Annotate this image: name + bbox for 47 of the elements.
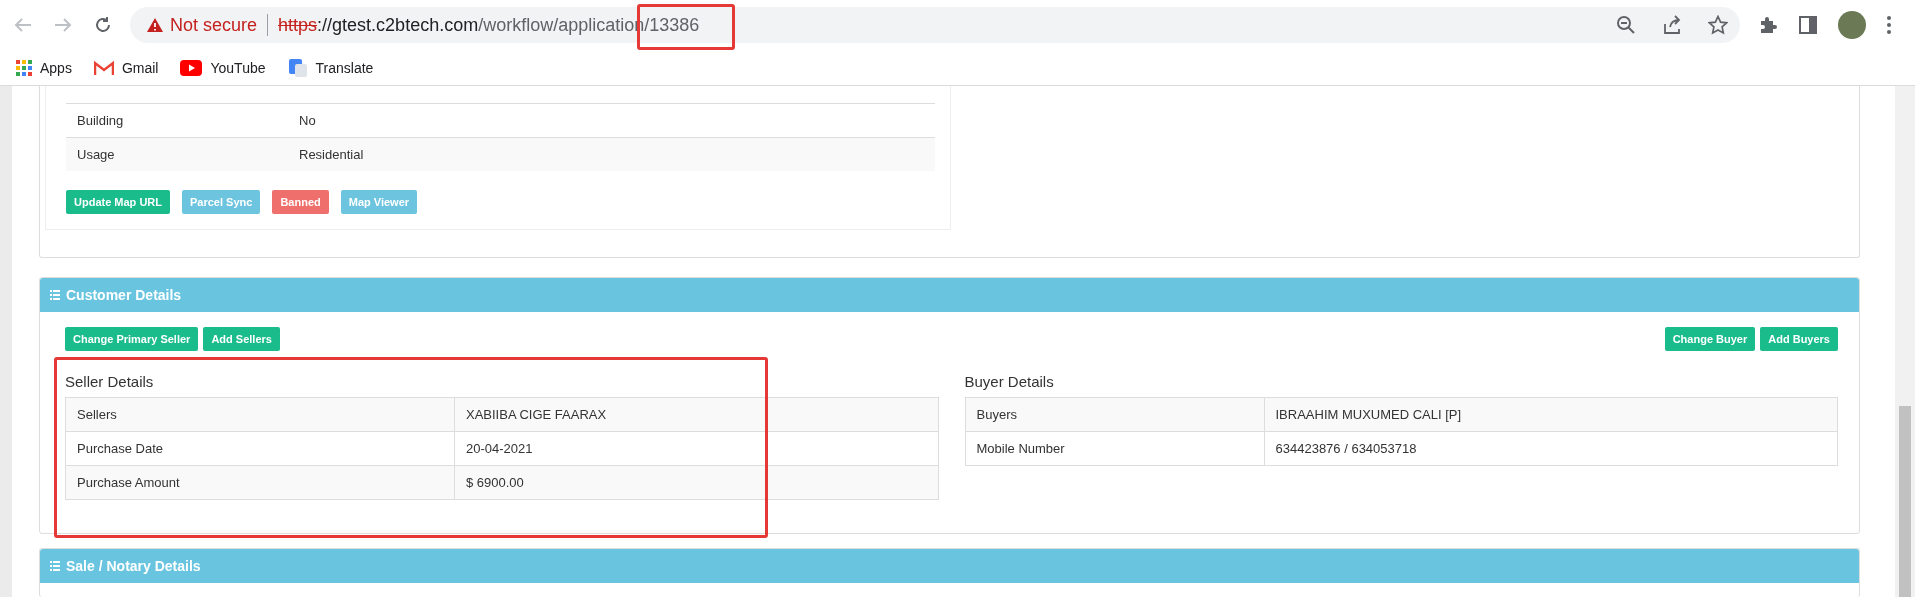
field-label: Building <box>66 103 288 138</box>
star-icon[interactable] <box>1708 15 1728 35</box>
section-title: Buyer Details <box>964 373 1055 390</box>
panel-header: Customer Details <box>40 278 1859 312</box>
scrollbar[interactable] <box>1895 86 1915 597</box>
action-button[interactable]: Banned <box>272 190 329 214</box>
panel-header: Sale / Notary Details <box>40 549 1859 583</box>
action-button[interactable]: Map Viewer <box>340 190 418 214</box>
field-label: Sellers <box>65 397 455 432</box>
field-value: $ 6900.00 <box>454 465 938 500</box>
play-icon <box>180 59 203 76</box>
field-value: 634423876 / 634053718 <box>1264 431 1838 466</box>
field-label: Buyers <box>965 397 1264 432</box>
bookmark-link[interactable]: YouTube <box>180 59 266 76</box>
bookmark-link[interactable]: Translate <box>287 57 374 78</box>
action-button[interactable]: Change Buyer <box>1664 327 1756 351</box>
reload-icon[interactable] <box>94 16 112 34</box>
bookmark-link[interactable]: Gmail <box>93 59 159 76</box>
translate-icon <box>287 57 308 78</box>
zoom-out-icon[interactable] <box>1616 15 1636 35</box>
field-label: Purchase Date <box>65 431 455 466</box>
mail-icon <box>93 59 114 76</box>
field-label: Purchase Amount <box>65 465 455 500</box>
share-icon[interactable] <box>1662 15 1682 35</box>
security-warning[interactable]: Not secure <box>146 14 258 36</box>
field-value: No <box>288 103 935 138</box>
field-label: Usage <box>66 137 288 171</box>
more-menu-icon[interactable] <box>1886 15 1892 35</box>
list-icon <box>50 290 60 300</box>
list-icon <box>50 561 60 571</box>
action-button[interactable]: Change Primary Seller <box>65 327 199 351</box>
action-button[interactable]: Update Map URL <box>66 190 170 214</box>
bookmark-link[interactable]: Apps <box>16 59 72 76</box>
apps-grid-icon <box>16 59 32 76</box>
field-value: XABIIBA CIGE FAARAX <box>454 397 938 432</box>
field-value: 20-04-2021 <box>454 431 938 466</box>
action-button[interactable]: Add Sellers <box>203 327 280 351</box>
action-button[interactable]: Parcel Sync <box>182 190 261 214</box>
section-title: Seller Details <box>65 373 155 390</box>
field-value: IBRAAHIM MUXUMED CALI [P] <box>1264 397 1838 432</box>
warning-icon <box>146 17 164 33</box>
side-panel-icon[interactable] <box>1798 15 1818 35</box>
puzzle-piece-icon[interactable] <box>1758 15 1778 35</box>
avatar[interactable] <box>1838 11 1866 39</box>
field-label: Mobile Number <box>965 431 1264 466</box>
field-value: Residential <box>288 137 935 171</box>
action-button[interactable]: Add Buyers <box>1760 327 1838 351</box>
